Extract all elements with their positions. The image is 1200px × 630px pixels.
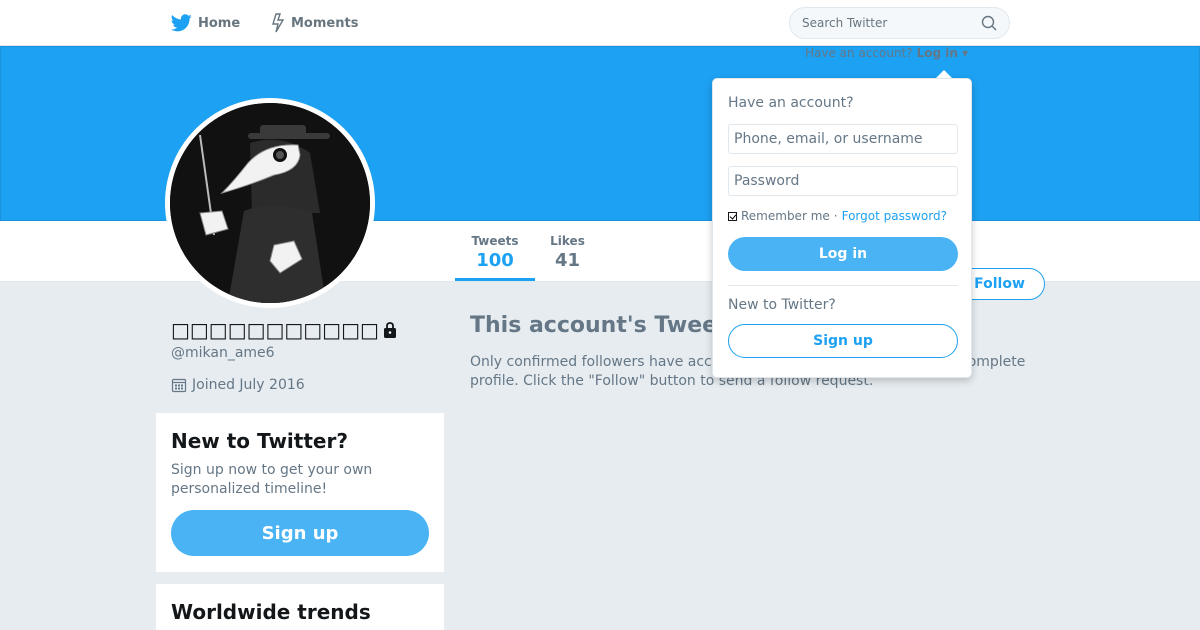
signup-card-button[interactable]: Sign up [171, 510, 429, 556]
likes-stat[interactable]: Likes 41 [535, 221, 600, 281]
remember-me-label[interactable]: Remember me [741, 209, 830, 223]
join-date-text: Joined July 2016 [192, 377, 305, 393]
nav-home[interactable]: Home [171, 0, 240, 46]
join-date: Joined July 2016 [171, 377, 305, 393]
profile-handle[interactable]: @mikan_ame6 [171, 345, 275, 361]
lock-icon [383, 322, 396, 338]
lightning-icon [272, 13, 285, 33]
trends-card: Worldwide trends [156, 584, 444, 630]
tweets-stat-label: Tweets [471, 234, 519, 248]
login-dropdown: Have an account? Phone, email, or userna… [712, 78, 972, 378]
login-button[interactable]: Log in [728, 237, 958, 271]
signup-card-title: New to Twitter? [171, 429, 348, 453]
have-account-prompt: Have an account? Log in ▾ [805, 46, 968, 60]
calendar-icon [171, 378, 187, 393]
password-field[interactable]: Password [728, 166, 958, 196]
likes-stat-value: 41 [554, 250, 581, 271]
search-input[interactable]: Search Twitter [789, 7, 1010, 39]
nav-home-label: Home [198, 15, 241, 31]
twitter-bird-icon [171, 14, 192, 32]
nav-moments[interactable]: Moments [271, 0, 358, 46]
search-placeholder: Search Twitter [802, 16, 888, 30]
forgot-password-link[interactable]: Forgot password? [842, 209, 947, 223]
separator-dot: · [833, 209, 838, 223]
display-name-text: □□□□□□□□□□□ [171, 318, 379, 342]
nav-moments-label: Moments [291, 15, 359, 31]
signup-card-text: Sign up now to get your own personalized… [171, 462, 373, 497]
new-to-twitter-heading: New to Twitter? [728, 297, 836, 313]
divider [728, 285, 958, 286]
username-field[interactable]: Phone, email, or username [728, 124, 958, 154]
signup-button[interactable]: Sign up [728, 324, 958, 358]
plague-doctor-illustration [170, 103, 370, 303]
trends-card-title: Worldwide trends [171, 600, 371, 624]
top-navigation-bar: Home Moments Search Twitter [0, 0, 1200, 46]
display-name: □□□□□□□□□□□ [171, 318, 399, 342]
search-icon[interactable] [981, 15, 997, 31]
login-dropdown-heading: Have an account? [728, 95, 854, 111]
dropdown-caret [936, 70, 952, 78]
remember-me-checkbox[interactable] [728, 211, 737, 221]
have-account-text: Have an account? [805, 46, 913, 60]
signup-card: New to Twitter? Sign up now to get your … [156, 413, 444, 572]
avatar[interactable] [165, 98, 375, 308]
likes-stat-label: Likes [550, 234, 585, 248]
login-dropdown-toggle[interactable]: Log in ▾ [917, 46, 969, 60]
remember-me-row: Remember me · Forgot password? [728, 208, 956, 224]
tweets-stat[interactable]: Tweets 100 [455, 221, 535, 281]
tweets-stat-value: 100 [476, 250, 514, 271]
